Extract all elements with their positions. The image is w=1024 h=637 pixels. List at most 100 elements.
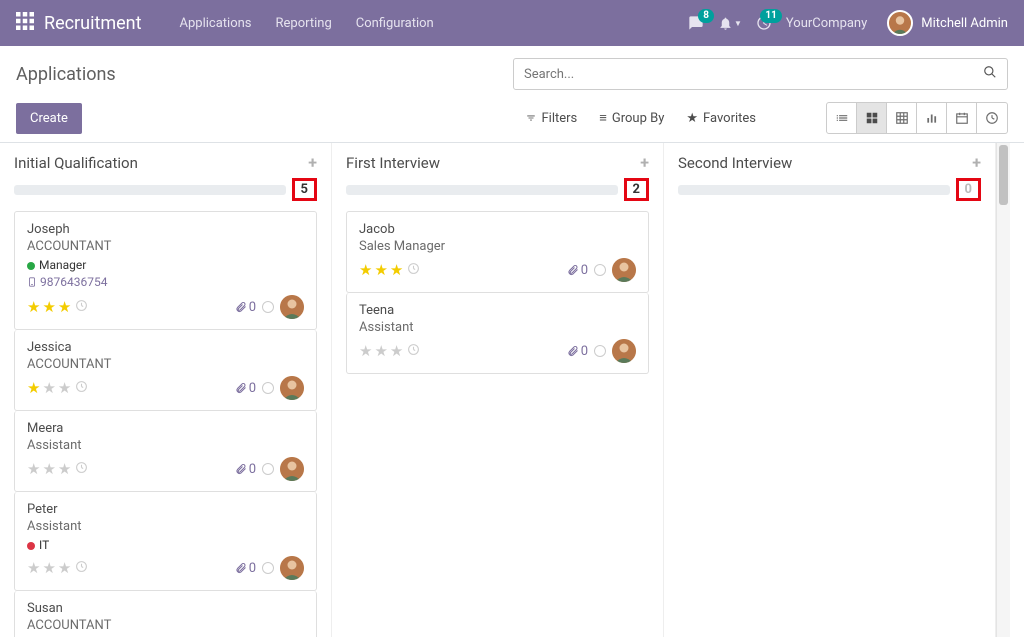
card-name: Joseph <box>27 222 304 237</box>
card-name: Jacob <box>359 222 636 237</box>
company-switcher[interactable]: YourCompany <box>786 16 867 31</box>
assignee-avatar[interactable] <box>280 376 304 400</box>
kanban-card[interactable]: Meera Assistant ★★★ 0 <box>14 411 317 492</box>
assignee-avatar[interactable] <box>612 339 636 363</box>
star-icon[interactable]: ★ <box>42 379 55 397</box>
card-name: Peter <box>27 502 304 517</box>
groupby-button[interactable]: ≡ Group By <box>599 110 664 126</box>
attachment-icon[interactable]: 0 <box>235 462 256 477</box>
star-icon[interactable]: ★ <box>27 460 40 478</box>
card-role: ACCOUNTANT <box>27 357 304 372</box>
star-icon[interactable]: ★ <box>42 559 55 577</box>
column-progress[interactable] <box>346 185 618 195</box>
column-title[interactable]: First Interview <box>346 154 440 172</box>
filters-button[interactable]: Filters <box>526 110 577 126</box>
state-icon[interactable] <box>594 345 606 357</box>
card-stars: ★★★ <box>359 342 420 360</box>
attachment-icon[interactable]: 0 <box>567 344 588 359</box>
assignee-avatar[interactable] <box>612 258 636 282</box>
nav-reporting[interactable]: Reporting <box>264 0 344 46</box>
clock-icon[interactable] <box>407 343 420 360</box>
attachment-icon[interactable]: 0 <box>235 381 256 396</box>
view-graph-icon[interactable] <box>917 103 947 133</box>
assignee-avatar[interactable] <box>280 556 304 580</box>
star-icon[interactable]: ★ <box>374 342 387 360</box>
avatar <box>887 10 913 36</box>
star-icon[interactable]: ★ <box>27 298 40 316</box>
kanban-column: First Interview + 2 Jacob Sales Manager … <box>332 143 664 637</box>
state-icon[interactable] <box>594 264 606 276</box>
app-title[interactable]: Recruitment <box>44 13 142 34</box>
search-field[interactable] <box>524 67 983 82</box>
state-icon[interactable] <box>262 382 274 394</box>
search-icon[interactable] <box>983 65 997 83</box>
scrollbar[interactable] <box>996 143 1010 637</box>
activities-icon[interactable]: 11 <box>756 15 772 31</box>
column-progress[interactable] <box>678 185 950 195</box>
clock-icon[interactable] <box>75 560 88 577</box>
kanban-column: Second Interview + 0 <box>664 143 996 637</box>
star-icon[interactable]: ★ <box>359 342 372 360</box>
add-card-icon[interactable]: + <box>640 153 649 172</box>
nav-configuration[interactable]: Configuration <box>344 0 446 46</box>
clock-icon[interactable] <box>407 262 420 279</box>
column-title[interactable]: Initial Qualification <box>14 154 138 172</box>
attachment-icon[interactable]: 0 <box>235 561 256 576</box>
view-kanban-icon[interactable] <box>857 103 887 133</box>
add-card-icon[interactable]: + <box>972 153 981 172</box>
column-progress[interactable] <box>14 185 286 195</box>
kanban-board: Initial Qualification + 5 Joseph ACCOUNT… <box>0 142 1024 637</box>
clock-icon[interactable] <box>75 461 88 478</box>
kanban-card[interactable]: Jacob Sales Manager ★★★ 0 <box>346 211 649 293</box>
card-role: ACCOUNTANT <box>27 239 304 254</box>
view-activity-icon[interactable] <box>977 103 1007 133</box>
state-icon[interactable] <box>262 301 274 313</box>
star-icon[interactable]: ★ <box>374 261 387 279</box>
column-count: 2 <box>624 178 649 201</box>
state-icon[interactable] <box>262 562 274 574</box>
star-icon[interactable]: ★ <box>390 261 403 279</box>
user-menu[interactable]: Mitchell Admin <box>887 10 1008 36</box>
messages-icon[interactable]: 8 <box>688 15 704 31</box>
card-role: Assistant <box>27 438 304 453</box>
star-icon[interactable]: ★ <box>27 559 40 577</box>
kanban-card[interactable]: Susan ACCOUNTANT <box>14 591 317 637</box>
star-icon[interactable]: ★ <box>58 298 71 316</box>
kanban-card[interactable]: Jessica ACCOUNTANT ★★★ 0 <box>14 330 317 411</box>
star-icon[interactable]: ★ <box>359 261 372 279</box>
kanban-card[interactable]: Peter AssistantIT ★★★ 0 <box>14 492 317 591</box>
card-stars: ★★★ <box>27 298 88 316</box>
favorites-button[interactable]: ★ Favorites <box>686 110 756 126</box>
star-icon[interactable]: ★ <box>58 379 71 397</box>
nav-applications[interactable]: Applications <box>168 0 264 46</box>
card-name: Meera <box>27 421 304 436</box>
star-icon[interactable]: ★ <box>58 559 71 577</box>
scrollbar-thumb[interactable] <box>999 145 1008 205</box>
attachment-icon[interactable]: 0 <box>567 263 588 278</box>
assignee-avatar[interactable] <box>280 295 304 319</box>
star-icon[interactable]: ★ <box>390 342 403 360</box>
clock-icon[interactable] <box>75 380 88 397</box>
assignee-avatar[interactable] <box>280 457 304 481</box>
clock-icon[interactable] <box>75 299 88 316</box>
column-title[interactable]: Second Interview <box>678 154 792 172</box>
star-icon[interactable]: ★ <box>58 460 71 478</box>
card-role: Assistant <box>27 519 304 534</box>
card-stars: ★★★ <box>27 460 88 478</box>
search-input[interactable] <box>513 58 1008 90</box>
view-calendar-icon[interactable] <box>947 103 977 133</box>
add-card-icon[interactable]: + <box>308 153 317 172</box>
star-icon[interactable]: ★ <box>42 298 55 316</box>
star-icon[interactable]: ★ <box>42 460 55 478</box>
state-icon[interactable] <box>262 463 274 475</box>
view-table-icon[interactable] <box>887 103 917 133</box>
view-list-icon[interactable] <box>827 103 857 133</box>
apps-icon[interactable] <box>16 12 34 34</box>
kanban-card[interactable]: Joseph ACCOUNTANTManager9876436754 ★★★ 0 <box>14 211 317 330</box>
kanban-card[interactable]: Teena Assistant ★★★ 0 <box>346 293 649 374</box>
notifications-icon[interactable]: ▼ <box>718 16 742 31</box>
attachment-icon[interactable]: 0 <box>235 300 256 315</box>
card-phone[interactable]: 9876436754 <box>27 275 304 289</box>
create-button[interactable]: Create <box>16 103 82 134</box>
star-icon[interactable]: ★ <box>27 379 40 397</box>
